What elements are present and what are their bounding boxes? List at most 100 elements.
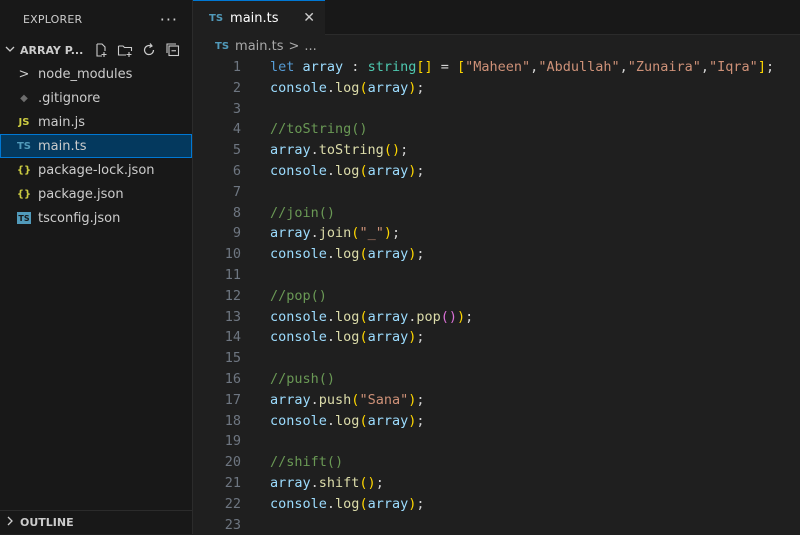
- tree-item[interactable]: ◆ .gitignore: [0, 86, 192, 110]
- code-text: console.log(array);: [270, 494, 425, 515]
- tree-item-label: tsconfig.json: [38, 210, 121, 226]
- code-token: (: [359, 162, 368, 179]
- code-token: =: [432, 59, 457, 75]
- code-token: console: [270, 162, 327, 179]
- code-token: ;: [375, 474, 384, 491]
- code-line: 4 //toString(): [193, 119, 800, 140]
- code-token: array: [270, 142, 311, 159]
- ts-file-icon: TS: [16, 140, 32, 152]
- code-token: array: [367, 412, 409, 429]
- code-token: .: [326, 412, 336, 429]
- code-token: ): [383, 225, 392, 242]
- code-token: (: [359, 495, 368, 512]
- code-token: push: [318, 391, 352, 408]
- code-line: 7: [193, 182, 800, 203]
- code-line: 12 //pop(): [193, 286, 800, 307]
- breadcrumb-file[interactable]: main.ts: [235, 39, 283, 54]
- tree-item[interactable]: JS main.js: [0, 110, 192, 134]
- line-number: 13: [224, 308, 241, 325]
- code-text: //toString(): [270, 119, 368, 140]
- code-token: array: [270, 391, 311, 408]
- code-token: array: [367, 162, 409, 179]
- tree-item-label: .gitignore: [38, 90, 101, 106]
- code-token: ;: [416, 329, 425, 346]
- code-editor[interactable]: 1 let array : string[] = ["Maheen","Abdul…: [193, 57, 800, 535]
- code-line: 8 //join(): [193, 203, 800, 224]
- tree-item[interactable]: {} package.json: [0, 182, 192, 206]
- js-file-icon: JS: [18, 116, 30, 128]
- line-number: 23: [224, 516, 241, 533]
- code-text: //push(): [270, 369, 335, 390]
- breadcrumb-more[interactable]: ...: [304, 39, 316, 54]
- new-file-icon[interactable]: [92, 41, 110, 59]
- tab-bar: TS main.ts ✕: [193, 0, 800, 35]
- tree-item-label: package.json: [38, 186, 124, 202]
- code-line: 9 array.join("_");: [193, 223, 800, 244]
- code-token: "_": [359, 225, 384, 242]
- new-folder-icon[interactable]: [116, 41, 134, 59]
- tree-item[interactable]: TS tsconfig.json: [0, 206, 192, 230]
- code-token: .: [310, 225, 319, 242]
- code-token: (: [359, 246, 368, 263]
- code-token: //join(): [270, 204, 336, 221]
- tab-main-ts[interactable]: TS main.ts ✕: [193, 0, 325, 35]
- code-text: console.log(array.pop());: [270, 307, 473, 328]
- code-token: ;: [416, 412, 425, 429]
- code-token: ;: [416, 162, 425, 179]
- code-text: console.log(array);: [270, 161, 425, 182]
- code-line: 5 array.toString();: [193, 140, 800, 161]
- code-token: //pop(): [270, 287, 327, 304]
- code-token: log: [335, 79, 360, 96]
- tree-item[interactable]: TS main.ts: [0, 134, 192, 158]
- line-number: 15: [224, 350, 241, 367]
- code-text: //pop(): [270, 286, 327, 307]
- close-icon[interactable]: ✕: [303, 10, 315, 26]
- code-token: "Zunaira": [627, 59, 701, 75]
- chevron-right-icon: [4, 515, 20, 530]
- code-text: array.join("_");: [270, 223, 400, 244]
- tree-item[interactable]: > node_modules: [0, 62, 192, 86]
- code-token: array: [302, 59, 344, 75]
- project-folder-row[interactable]: ARRAY P...: [0, 38, 192, 62]
- code-line: 10 console.log(array);: [193, 244, 800, 265]
- chevron-right-icon: >: [18, 66, 30, 82]
- refresh-icon[interactable]: [140, 41, 158, 59]
- code-text: console.log(array);: [270, 411, 425, 432]
- code-token: array: [270, 225, 311, 242]
- code-token: .: [326, 329, 336, 346]
- code-token: (: [359, 329, 368, 346]
- code-text: array.push("Sana");: [270, 390, 425, 411]
- line-number: 20: [224, 454, 241, 471]
- code-token: array: [367, 246, 409, 263]
- code-line: 23: [193, 515, 800, 535]
- tree-item[interactable]: {} package-lock.json: [0, 158, 192, 182]
- code-text: console.log(array);: [270, 78, 425, 99]
- outline-section[interactable]: OUTLINE: [0, 510, 192, 534]
- explorer-header: EXPLORER ···: [0, 0, 192, 38]
- tree-item-label: main.js: [38, 114, 85, 130]
- line-number: 10: [224, 246, 241, 263]
- code-token: "Abdullah": [538, 59, 620, 75]
- code-line: 1 let array : string[] = ["Maheen","Abdul…: [193, 57, 800, 78]
- code-token: //push(): [270, 370, 336, 387]
- code-line: 20 //shift(): [193, 452, 800, 473]
- code-token: (): [359, 474, 376, 491]
- code-line: 16 //push(): [193, 369, 800, 390]
- code-token: ;: [765, 59, 775, 75]
- code-token: //toString(): [270, 121, 368, 138]
- code-token: toString: [318, 142, 384, 159]
- code-line: 13 console.log(array.pop());: [193, 307, 800, 328]
- code-token: console: [270, 79, 327, 96]
- code-token: ]: [757, 59, 766, 75]
- code-token: .: [310, 142, 319, 159]
- collapse-all-icon[interactable]: [164, 41, 182, 59]
- code-token: (: [359, 308, 368, 325]
- editor-area: TS main.ts ✕ TS main.ts > ... 1 let array…: [193, 0, 800, 534]
- line-number: 14: [224, 329, 241, 346]
- code-token: ,: [700, 59, 710, 75]
- more-actions-icon[interactable]: ···: [160, 10, 178, 29]
- code-token: log: [335, 329, 360, 346]
- line-number: 2: [232, 79, 241, 96]
- code-token: array: [367, 329, 409, 346]
